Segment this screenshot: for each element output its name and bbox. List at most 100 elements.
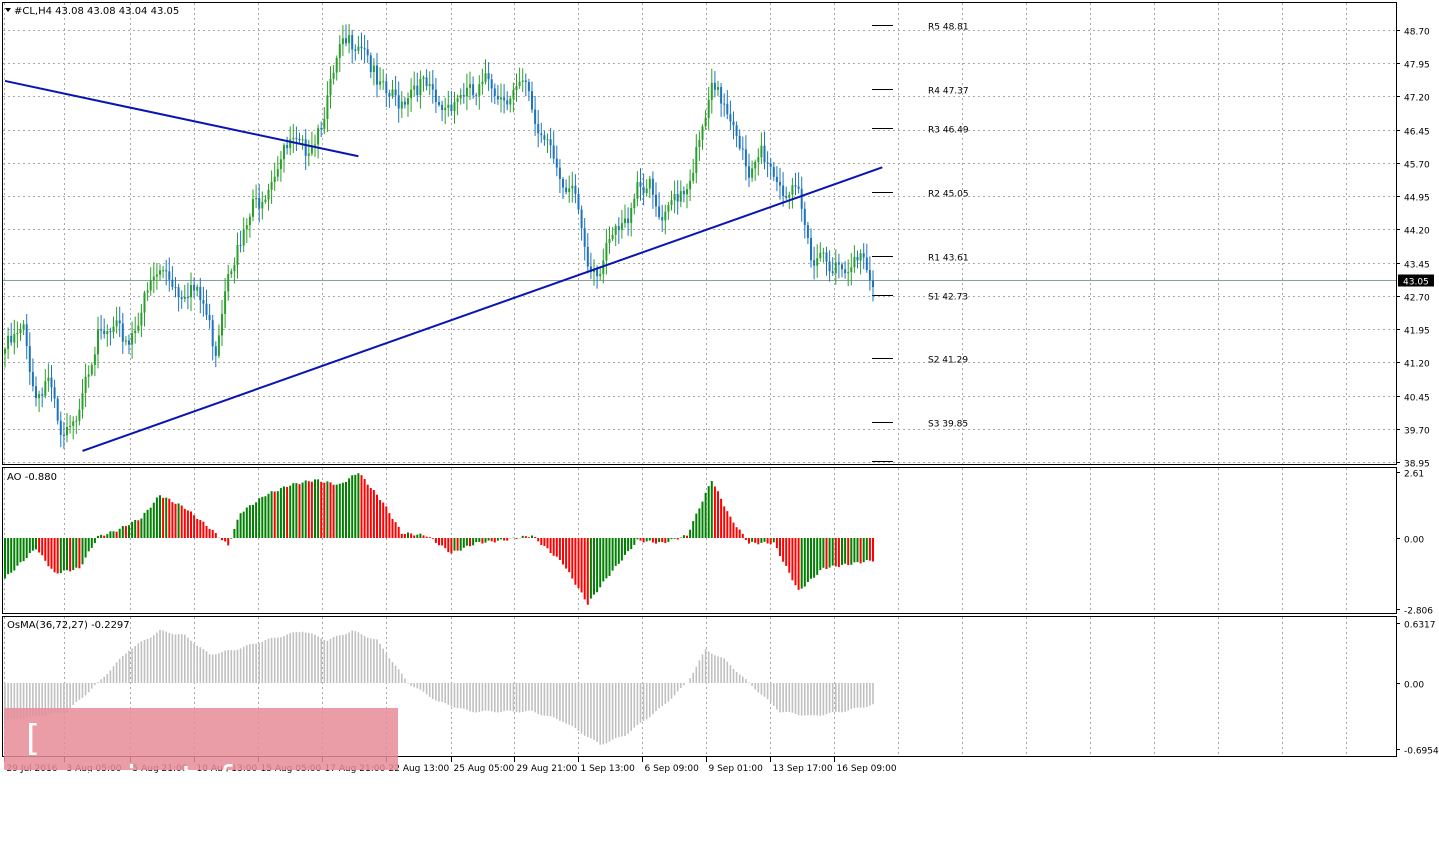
candle-body (69, 425, 72, 427)
pivot-label: R2 45.05 (928, 190, 969, 200)
y-tick-label: 45.70 (1404, 161, 1430, 171)
candle-body (540, 133, 543, 136)
candle-body (196, 286, 199, 291)
candle-body (103, 330, 106, 335)
candle-body (704, 117, 707, 127)
candle-body (456, 98, 459, 102)
candle-body (676, 194, 679, 202)
candle-body (354, 49, 357, 51)
candle-body (397, 95, 400, 109)
current-price-label: 43.05 (1403, 278, 1429, 288)
candle-body (645, 188, 648, 194)
candle-body (692, 173, 695, 181)
candle-body (558, 167, 561, 180)
candle-body (270, 181, 273, 190)
candle-body (853, 256, 856, 268)
candle-body (717, 87, 719, 90)
candle-body (205, 303, 208, 315)
candle-body (441, 104, 444, 111)
candle-body (469, 84, 471, 88)
candle-body (292, 138, 295, 140)
candle-body (258, 198, 261, 209)
x-tick-label: 25 Aug 05:00 (454, 764, 515, 774)
candle-body (515, 85, 518, 91)
candle-body (785, 195, 788, 198)
candle-body (28, 346, 31, 372)
candle-body (295, 138, 298, 140)
candle-body (673, 194, 676, 201)
candle-body (329, 78, 332, 96)
candle-body (190, 285, 192, 298)
candle-body (376, 65, 378, 85)
candle-body (667, 205, 670, 212)
candle-body (53, 387, 56, 399)
y-tick-label: 41.95 (1404, 327, 1430, 337)
candle-body (385, 81, 388, 94)
candle-body (317, 128, 320, 145)
candle-body (735, 125, 738, 136)
candle-body (726, 103, 729, 115)
candle-body (326, 95, 329, 119)
candle-body (78, 409, 81, 421)
candle-body (775, 176, 778, 182)
candle-body (478, 84, 481, 96)
candle-body (813, 260, 816, 266)
trading-chart[interactable]: R5 48.81 R4 47.37 R3 46.49 R2 45.05 R1 43.61… (0, 0, 1439, 778)
candle-body (279, 159, 282, 170)
candle-body (261, 201, 264, 209)
candle-body (134, 330, 137, 334)
x-tick-label: 6 Sep 09:00 (645, 764, 700, 774)
candle-body (131, 333, 134, 345)
candle-body (729, 114, 732, 122)
candle-body (500, 97, 502, 100)
candle-body (10, 335, 13, 343)
candle-body (695, 146, 698, 174)
candle-body (757, 157, 760, 162)
candle-body (84, 376, 87, 393)
y-tick-label: 48.70 (1404, 28, 1430, 38)
candle-body (580, 209, 583, 229)
candle-body (527, 82, 530, 92)
candle-body (583, 228, 586, 247)
candle-body (75, 420, 78, 422)
candle-body (651, 178, 654, 195)
candle-body (531, 91, 533, 110)
candle-body (856, 256, 859, 261)
candle-body (605, 242, 608, 261)
candle-body (487, 73, 490, 80)
ao-panel (2, 467, 1397, 614)
candle-body (62, 434, 65, 436)
candle-body (763, 145, 766, 163)
candle-body (124, 340, 127, 342)
candle-body (81, 392, 84, 410)
candle-body (186, 296, 189, 298)
candle-body (661, 217, 664, 221)
candle-body (159, 270, 161, 275)
candle-body (252, 199, 254, 217)
candle-body (165, 270, 168, 272)
candle-body (372, 65, 375, 73)
candle-body (413, 85, 416, 90)
candle-body (97, 329, 99, 355)
candle-body (44, 381, 47, 396)
candle-body (679, 191, 682, 202)
pivot-label: R1 43.61 (928, 254, 969, 264)
candle-body (314, 144, 316, 146)
candle-body (568, 188, 571, 193)
candle-body (183, 296, 186, 299)
candle-body (230, 271, 233, 274)
candle-body (233, 264, 236, 272)
candle-body (859, 253, 862, 261)
candle-body (555, 158, 558, 168)
candle-body (713, 82, 716, 90)
y-tick-label: 44.95 (1404, 194, 1430, 204)
x-tick-label: 9 Sep 01:00 (709, 764, 764, 774)
candle-body (419, 79, 422, 96)
candle-body (31, 371, 34, 387)
candle-body (93, 354, 96, 365)
candle-body (168, 271, 171, 280)
candle-body (720, 87, 723, 104)
candle-body (16, 333, 19, 335)
candle-body (791, 185, 794, 195)
candle-body (41, 394, 44, 396)
